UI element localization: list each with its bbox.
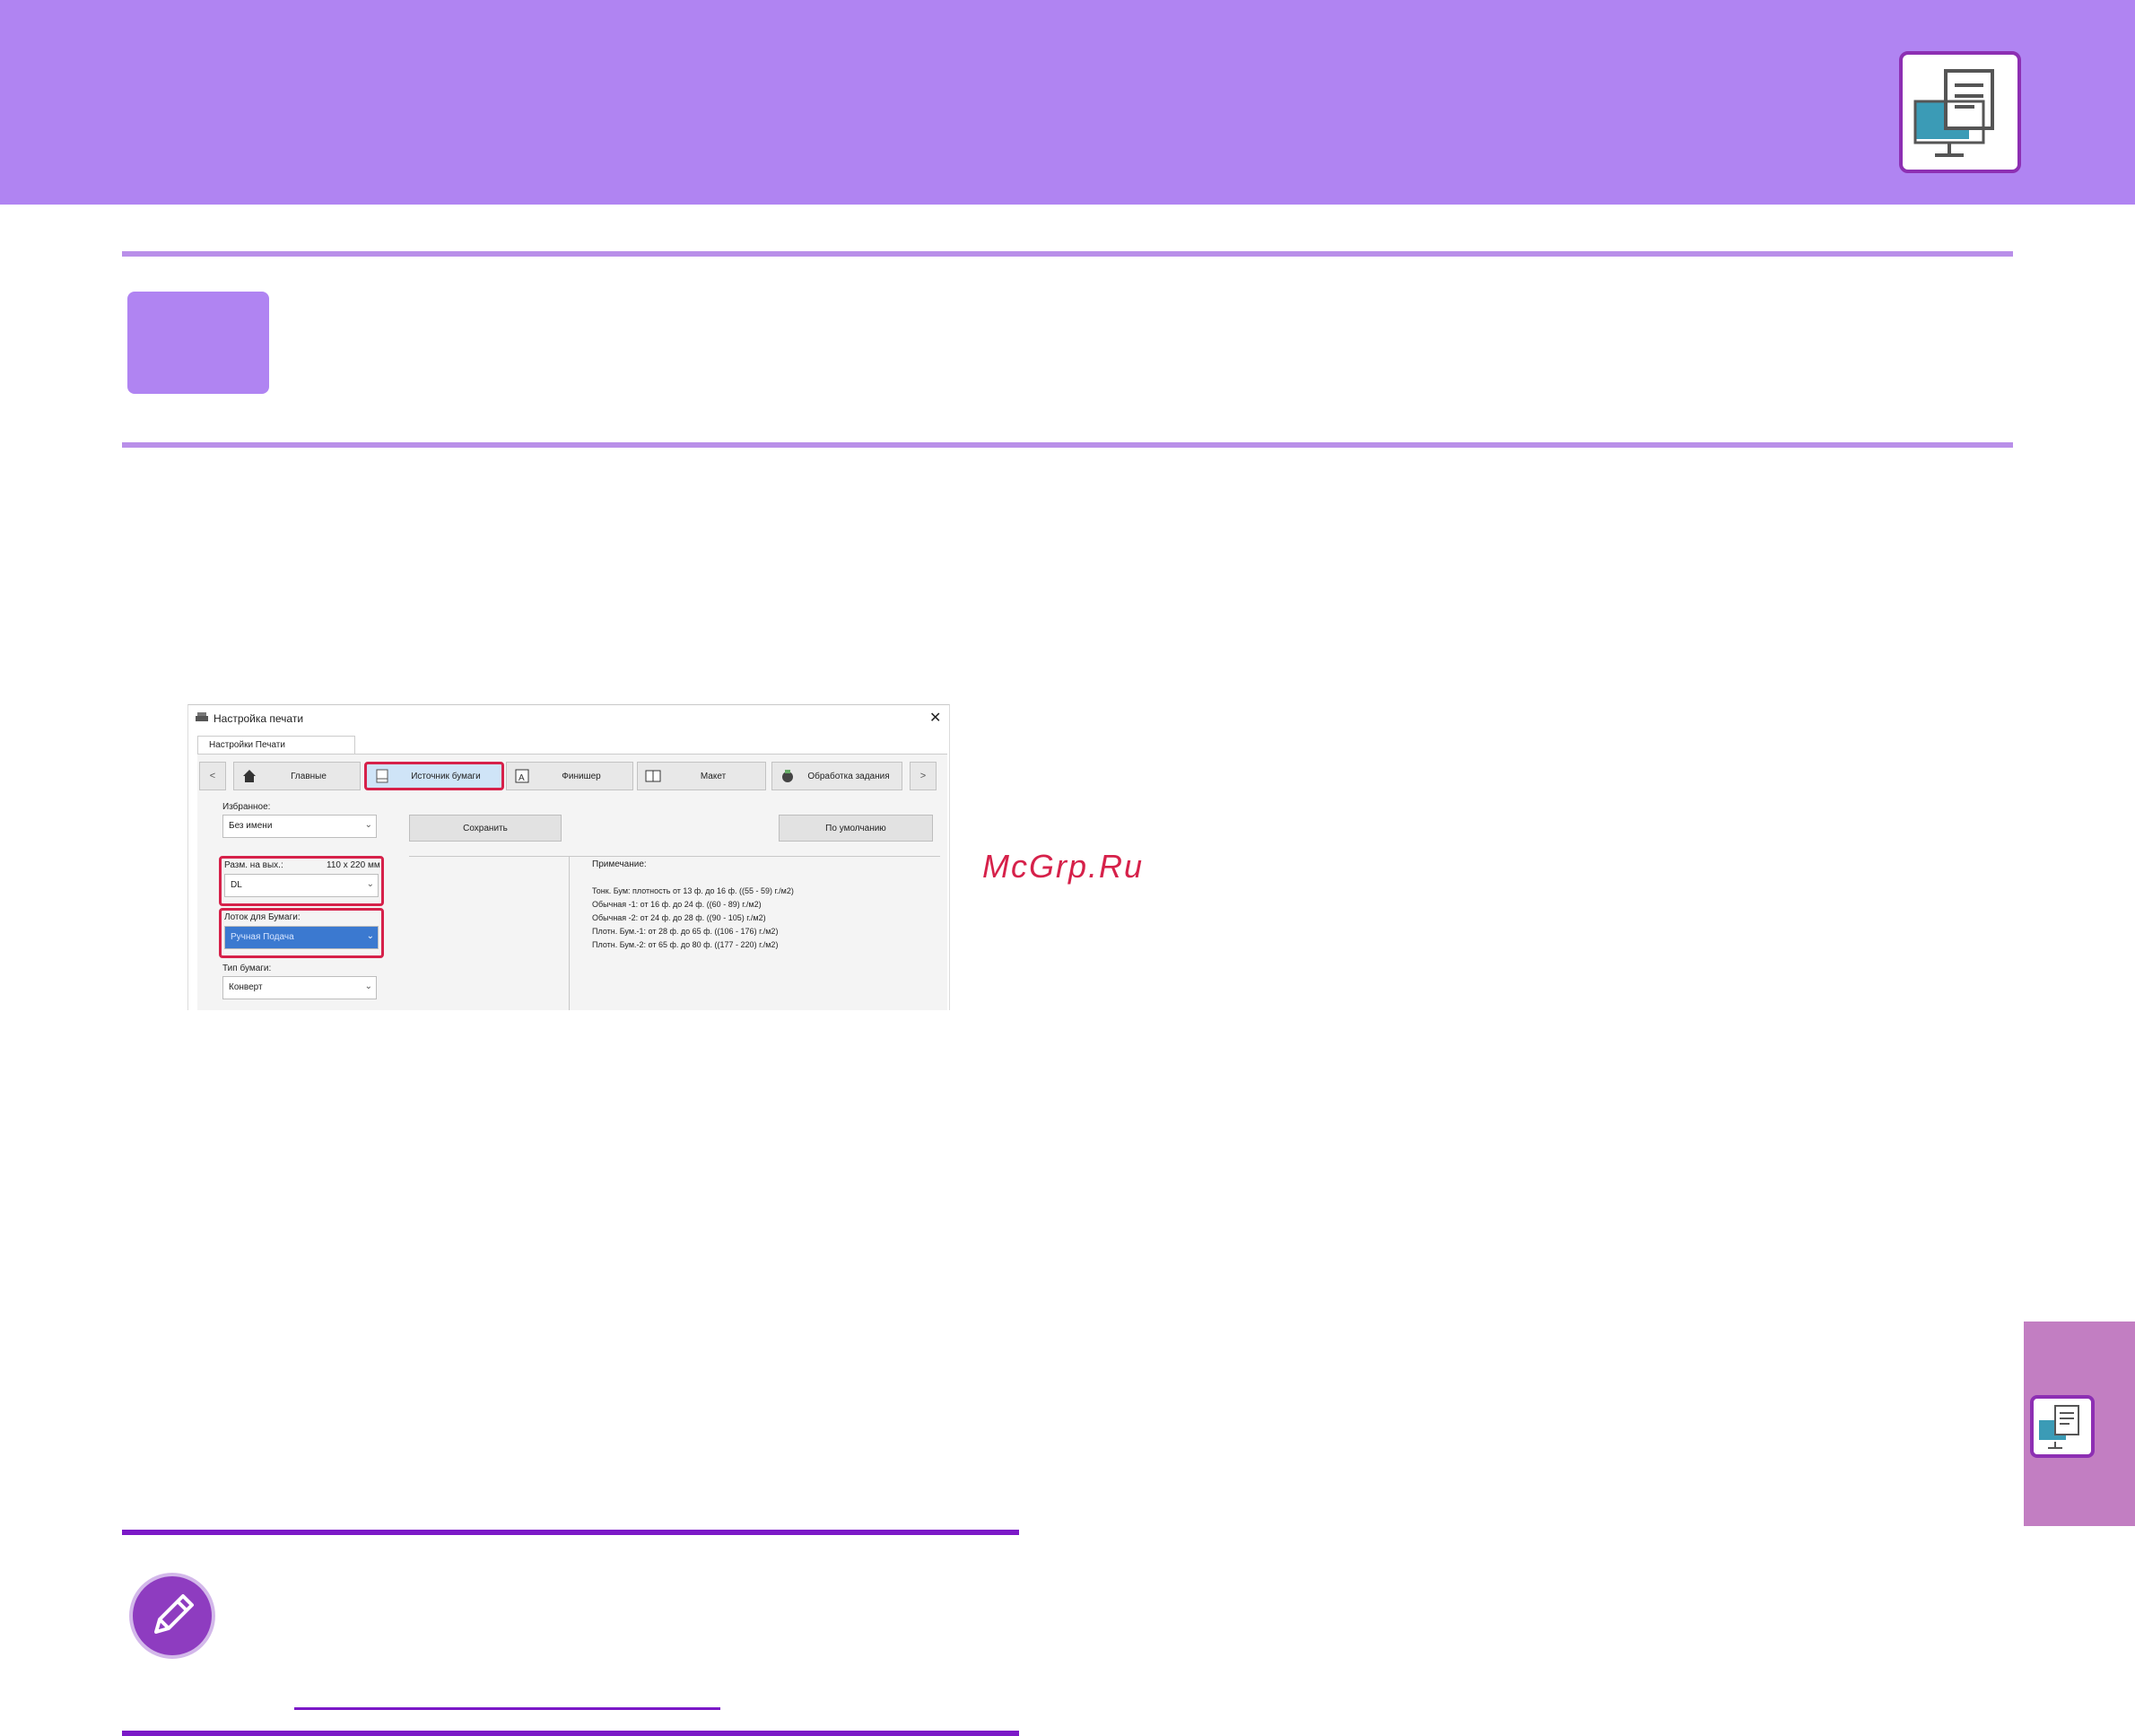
favorites-label: Избранное: [222,802,271,812]
tab-layout[interactable]: Макет [637,762,766,790]
tab-paper-source[interactable]: Источник бумаги [364,762,504,790]
dialog-title: Настройка печати [214,712,304,725]
note-line: Обычная -2: от 24 ф. до 28 ф. ((90 - 105… [592,913,766,922]
output-size-value: 110 x 220 мм [327,860,380,870]
note-line: Обычная -1: от 16 ф. до 24 ф. ((60 - 89)… [592,900,762,909]
bottom-divider [122,442,2013,448]
note-top-rule [122,1530,1019,1535]
paper-tray-label: Лоток для Бумаги: [224,912,301,922]
note-link-underline[interactable] [294,1707,720,1710]
output-size-select[interactable]: DL ⌄ [224,874,379,897]
save-button[interactable]: Сохранить [409,815,562,842]
chevron-down-icon: ⌄ [366,931,374,941]
note-line: Плотн. Бум.-2: от 65 ф. до 80 ф. ((177 -… [592,940,779,949]
paper-tray-icon [376,769,388,783]
finisher-icon: A [515,769,529,783]
watermark: McGrp.Ru [982,848,1145,885]
notes-label: Примечание: [592,859,647,869]
prev-tab-button[interactable]: < [199,762,226,790]
header-band [0,0,2135,205]
tab-job-handling[interactable]: Обработка задания [771,762,902,790]
top-divider [122,251,2013,257]
vertical-separator [569,856,570,1010]
note-line: Тонк. Бум: плотность от 13 ф. до 16 ф. (… [592,886,794,895]
print-to-pc-icon [2030,1395,2095,1458]
print-to-pc-icon [1899,51,2021,173]
default-button[interactable]: По умолчанию [779,815,933,842]
tab-print-settings[interactable]: Настройки Печати [197,736,355,754]
svg-text:A: A [518,773,525,783]
notes-list: Тонк. Бум: плотность от 13 ф. до 16 ф. (… [592,885,794,952]
favorites-select[interactable]: Без имени ⌄ [222,815,377,838]
note-bottom-rule [122,1731,1019,1736]
pencil-icon [129,1573,215,1659]
chevron-down-icon: ⌄ [366,879,374,889]
separator [409,856,940,857]
chevron-down-icon: ⌄ [364,820,372,830]
output-size-label: Разм. на вых.: [224,860,283,870]
paper-type-label: Тип бумаги: [222,964,272,973]
tab-main[interactable]: Главные [233,762,361,790]
step-badge [127,292,269,394]
job-handling-icon [782,770,793,782]
chevron-down-icon: ⌄ [364,981,372,991]
next-tab-button[interactable]: > [910,762,937,790]
layout-icon [645,770,661,782]
print-settings-dialog: Настройка печати ✕ Настройки Печати < Гл… [187,704,950,1010]
tab-finisher[interactable]: A Финишер [506,762,633,790]
paper-type-select[interactable]: Конверт ⌄ [222,976,377,999]
note-line: Плотн. Бум.-1: от 28 ф. до 65 ф. ((106 -… [592,927,779,936]
close-icon[interactable]: ✕ [929,709,941,727]
paper-tray-select[interactable]: Ручная Подача ⌄ [224,926,379,949]
printer-icon [196,712,208,721]
home-icon [243,770,256,782]
